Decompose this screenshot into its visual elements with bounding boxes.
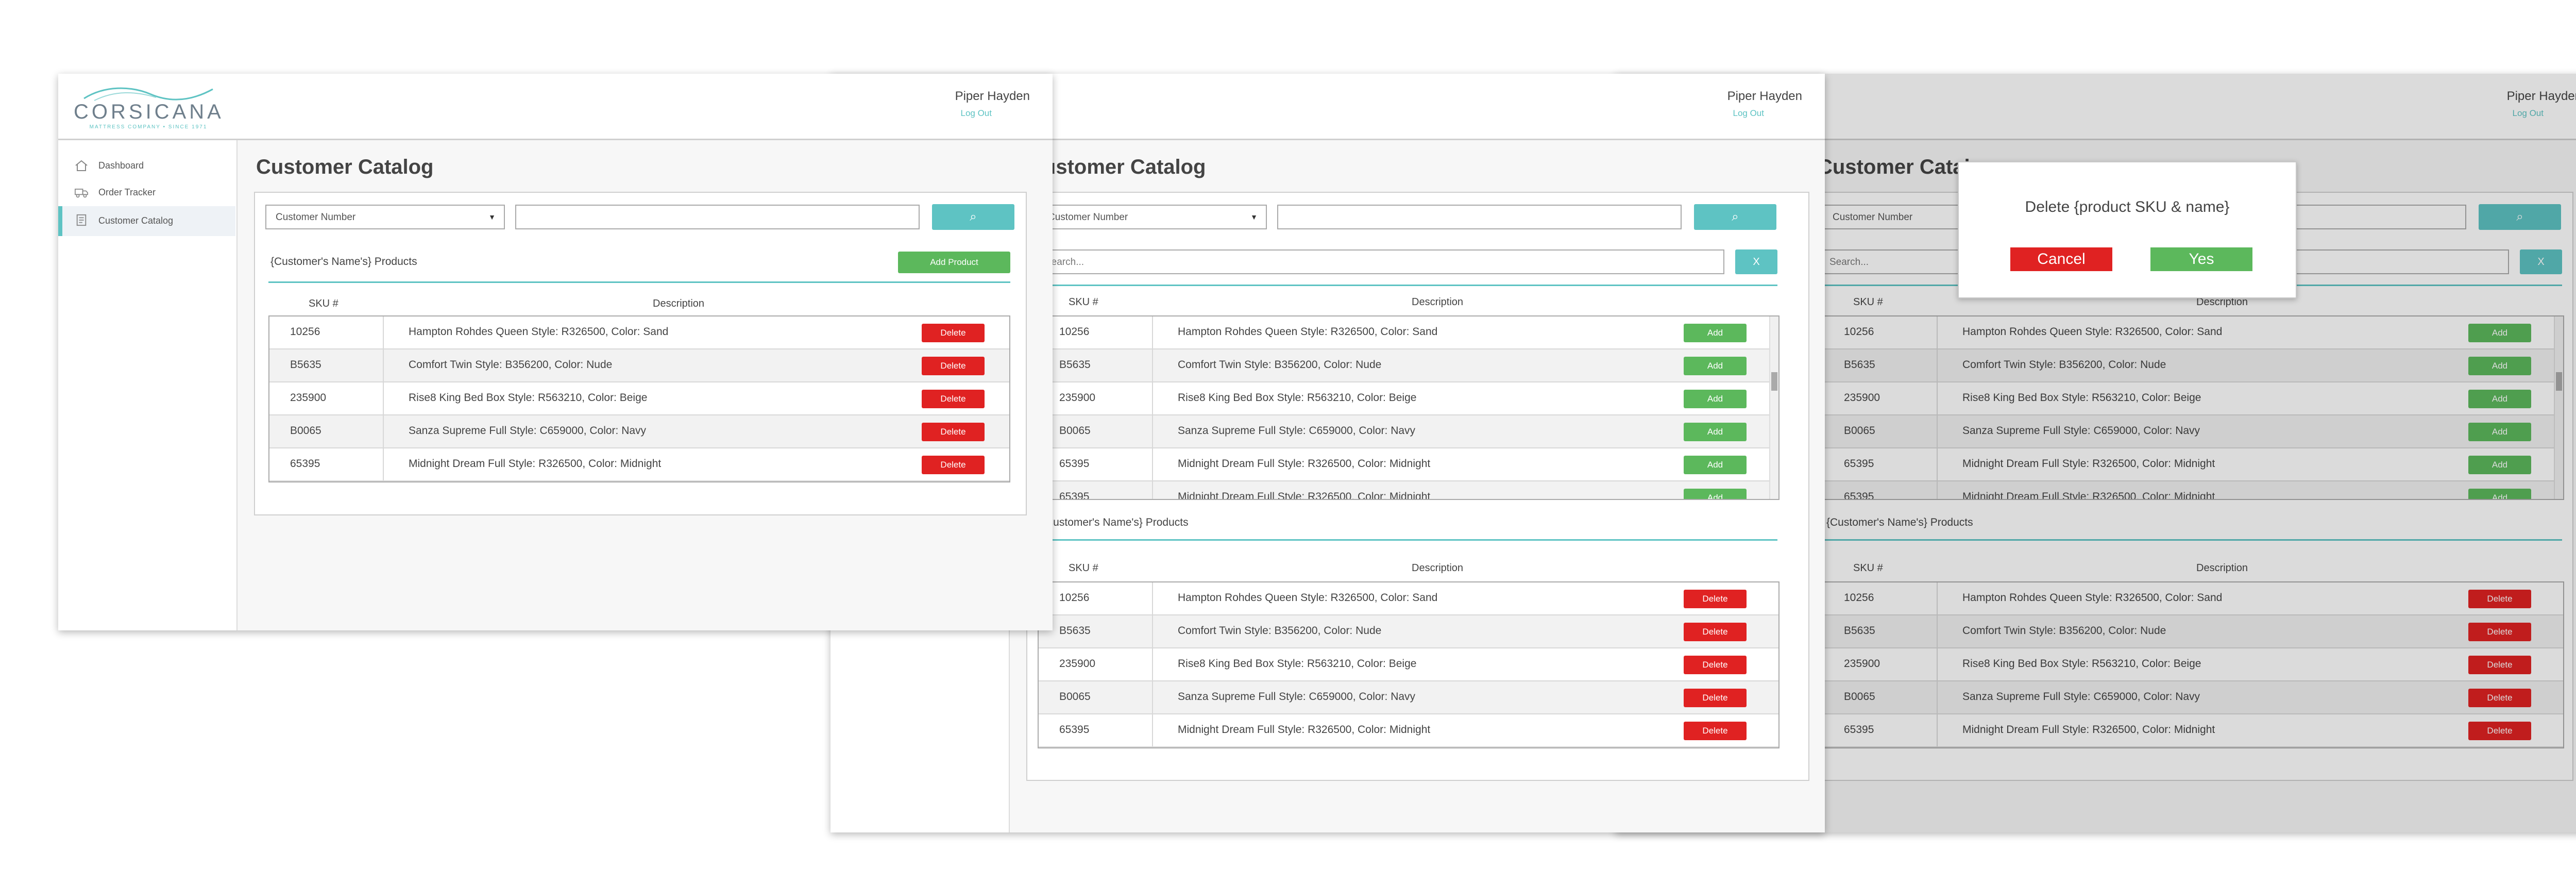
chevron-down-icon: ▼ <box>488 213 496 221</box>
brand-name: CORSICANA <box>74 101 224 123</box>
screen-customer-catalog: CORSICANA MATTRESS COMPANY • SINCE 1971 … <box>58 74 1053 630</box>
delete-button[interactable]: Delete <box>922 390 985 408</box>
delete-button[interactable]: Delete <box>922 456 985 474</box>
divider <box>1038 539 1777 541</box>
table-row: 65395 Midnight Dream Full Style: R326500,… <box>1039 448 1778 481</box>
sidebar: Dashboard Order Tracker Customer Catalog <box>58 140 238 630</box>
delete-button[interactable]: Delete <box>922 423 985 441</box>
search-icon: ⌕ <box>970 210 977 224</box>
main-content: Customer Catalog Customer Number ▼ ⌕ Sear… <box>1010 140 1825 832</box>
logout-link[interactable]: Log Out <box>1733 108 1765 119</box>
add-button[interactable]: Add <box>1684 357 1747 375</box>
delete-button[interactable]: Delete <box>922 324 985 342</box>
divider <box>1038 285 1777 286</box>
customer-products-title: {Customer's Name's} Products <box>270 256 417 268</box>
add-product-button[interactable]: Add Product <box>898 252 1010 273</box>
logout-link[interactable]: Log Out <box>961 108 992 119</box>
add-button[interactable]: Add <box>1684 390 1747 408</box>
col-desc-header: Description <box>1412 562 1464 574</box>
catalog-card: Customer Number ▼ ⌕ {Customer's Name's} P… <box>254 192 1027 515</box>
sidebar-item-dashboard[interactable]: Dashboard <box>58 153 235 179</box>
customer-search-input[interactable] <box>515 205 920 229</box>
modal-title: Delete {product SKU & name} <box>2025 198 2230 215</box>
search-icon: ⌕ <box>1732 210 1739 224</box>
home-icon <box>75 160 88 171</box>
scroll-thumb[interactable] <box>1771 372 1777 391</box>
add-button[interactable]: Add <box>1684 456 1747 474</box>
delete-button[interactable]: Delete <box>1684 656 1747 674</box>
chevron-down-icon: ▼ <box>1250 213 1258 221</box>
table-row: B0065 Sanza Supreme Full Style: C659000, … <box>1039 415 1778 448</box>
customer-products-title: {Customer's Name's} Products <box>1042 516 1189 528</box>
table-row: 65395 Midnight Dream Full Style: R326500,… <box>269 448 1009 481</box>
main-content: Customer Catalog Customer Number ▼ ⌕ {Cus… <box>238 140 1053 630</box>
divider <box>268 281 1010 283</box>
customer-products-table: 10256 Hampton Rohdes Queen Style: R326500… <box>268 315 1010 482</box>
search-button[interactable]: ⌕ <box>932 204 1014 230</box>
user-name: Piper Hayden <box>955 89 1030 103</box>
table-row: 10256 Hampton Rohdes Queen Style: R326500… <box>1039 582 1778 615</box>
add-button[interactable]: Add <box>1684 489 1747 499</box>
table-row: 235900 Rise8 King Bed Box Style: R563210,… <box>269 382 1009 415</box>
clear-search-button[interactable]: X <box>1735 249 1777 274</box>
cancel-button[interactable]: Cancel <box>2010 247 2112 271</box>
table-row: 10256 Hampton Rohdes Queen Style: R326500… <box>269 316 1009 349</box>
page-title: Customer Catalog <box>256 156 434 178</box>
search-button[interactable]: ⌕ <box>1694 204 1776 230</box>
col-desc-header: Description <box>1412 296 1464 308</box>
truck-icon <box>75 189 88 198</box>
add-button[interactable]: Add <box>1684 423 1747 441</box>
col-desc-header: Description <box>653 298 705 309</box>
delete-button[interactable]: Delete <box>922 357 985 375</box>
sidebar-item-customer-catalog[interactable]: Customer Catalog <box>58 206 235 236</box>
catalog-card: Customer Number ▼ ⌕ Search... X SKU # Des… <box>1026 192 1809 781</box>
col-sku-header: SKU # <box>1069 296 1098 308</box>
delete-confirm-modal: Delete {product SKU & name} Cancel Yes <box>1958 161 2297 298</box>
customer-number-select[interactable]: Customer Number ▼ <box>1038 205 1267 229</box>
table-row: 65395 Midnight Dream Full Style: R326500,… <box>1039 481 1778 499</box>
table-row: B0065 Sanza Supreme Full Style: C659000, … <box>1039 681 1778 714</box>
brand-tagline: MATTRESS COMPANY • SINCE 1971 <box>89 124 208 130</box>
delete-button[interactable]: Delete <box>1684 623 1747 641</box>
document-icon <box>76 214 87 226</box>
header: CORSICANA MATTRESS COMPANY • SINCE 1971 … <box>58 74 1053 140</box>
scrollbar[interactable] <box>1769 316 1778 499</box>
customer-number-select[interactable]: Customer Number ▼ <box>265 205 505 229</box>
table-row: 235900 Rise8 King Bed Box Style: R563210,… <box>1039 382 1778 415</box>
delete-button[interactable]: Delete <box>1684 722 1747 740</box>
table-row: 65395 Midnight Dream Full Style: R326500,… <box>1039 714 1778 747</box>
sidebar-item-order-tracker[interactable]: Order Tracker <box>58 179 235 206</box>
user-name: Piper Hayden <box>1727 89 1802 103</box>
delete-button[interactable]: Delete <box>1684 590 1747 608</box>
product-search-input[interactable]: Search... <box>1038 249 1724 274</box>
available-products-table: 10256 Hampton Rohdes Queen Style: R326500… <box>1038 315 1780 500</box>
col-sku-header: SKU # <box>309 298 338 309</box>
customer-search-input[interactable] <box>1277 205 1682 229</box>
customer-products-table: 10256 Hampton Rohdes Queen Style: R326500… <box>1038 581 1780 748</box>
delete-button[interactable]: Delete <box>1684 689 1747 707</box>
table-row: 235900 Rise8 King Bed Box Style: R563210,… <box>1039 648 1778 681</box>
col-sku-header: SKU # <box>1069 562 1098 574</box>
table-row: B0065 Sanza Supreme Full Style: C659000, … <box>269 415 1009 448</box>
brand-logo[interactable]: CORSICANA MATTRESS COMPANY • SINCE 1971 <box>74 83 224 130</box>
page-title: Customer Catalog <box>1028 156 1206 178</box>
yes-button[interactable]: Yes <box>2150 247 2252 271</box>
table-row: 10256 Hampton Rohdes Queen Style: R326500… <box>1039 316 1778 349</box>
table-row: B5635 Comfort Twin Style: B356200, Color:… <box>1039 615 1778 648</box>
add-button[interactable]: Add <box>1684 324 1747 342</box>
table-row: B5635 Comfort Twin Style: B356200, Color:… <box>269 349 1009 382</box>
table-row: B5635 Comfort Twin Style: B356200, Color:… <box>1039 349 1778 382</box>
